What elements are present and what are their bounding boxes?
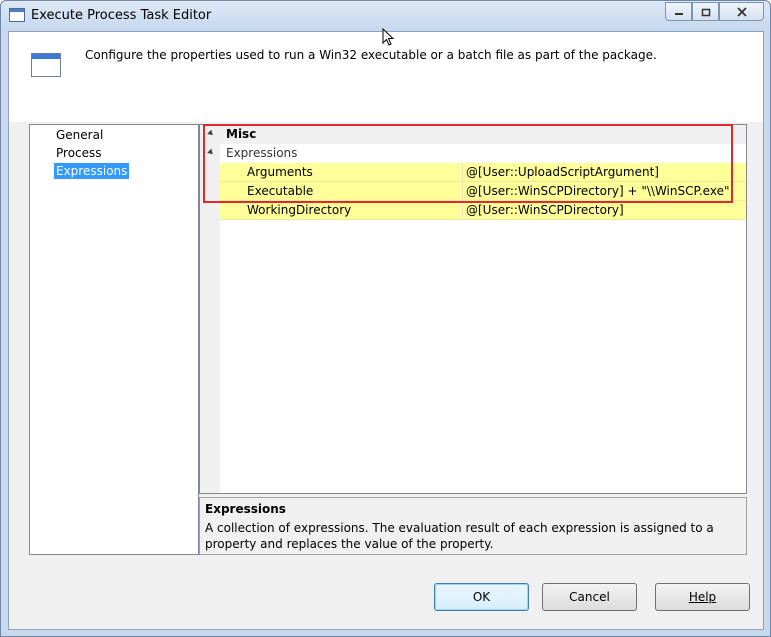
nav-item-expressions[interactable]: Expressions xyxy=(54,163,130,179)
caption-buttons xyxy=(665,2,764,21)
property-value[interactable]: @[User::WinSCPDirectory] + "\\WinSCP.exe… xyxy=(466,184,729,198)
property-value[interactable]: @[User::WinSCPDirectory] xyxy=(466,203,624,217)
category-row-misc[interactable]: Misc xyxy=(200,125,746,144)
property-name: Executable xyxy=(247,184,314,198)
close-icon xyxy=(736,6,747,17)
property-row-arguments[interactable]: Arguments @[User::UploadScriptArgument] xyxy=(220,163,746,182)
restore-button[interactable] xyxy=(692,2,719,21)
subcategory-label: Expressions xyxy=(226,146,298,160)
description-text: A collection of expressions. The evaluat… xyxy=(205,521,714,551)
category-label: Misc xyxy=(226,127,257,141)
nav-item-process[interactable]: Process xyxy=(54,145,104,161)
window-icon xyxy=(9,8,25,22)
close-button[interactable] xyxy=(719,2,764,21)
description-title: Expressions xyxy=(205,502,286,516)
collapse-triangle-icon[interactable] xyxy=(207,129,215,138)
property-row-working-directory[interactable]: WorkingDirectory @[User::WinSCPDirectory… xyxy=(220,201,746,220)
collapse-triangle-icon[interactable] xyxy=(207,148,215,157)
nav-item-general[interactable]: General xyxy=(54,127,105,143)
value-divider xyxy=(462,163,463,181)
property-grid: Misc Expressions Arguments @[User::Uploa… xyxy=(199,124,747,494)
cancel-button[interactable]: Cancel xyxy=(542,583,637,611)
restore-icon xyxy=(701,8,710,16)
title-bar[interactable]: Execute Process Task Editor xyxy=(1,1,770,31)
minimize-icon xyxy=(674,12,683,15)
help-button[interactable]: Help xyxy=(655,583,750,611)
description-panel: Expressions A collection of expressions.… xyxy=(199,497,747,555)
dialog-client-area: Configure the properties used to run a W… xyxy=(8,31,764,630)
property-name: WorkingDirectory xyxy=(247,203,352,217)
property-row-executable[interactable]: Executable @[User::WinSCPDirectory] + "\… xyxy=(220,182,746,201)
property-value[interactable]: @[User::UploadScriptArgument] xyxy=(466,165,659,179)
dialog-window: Execute Process Task Editor Configure th… xyxy=(0,0,771,637)
header-description: Configure the properties used to run a W… xyxy=(85,48,657,62)
mouse-cursor-icon xyxy=(382,28,395,46)
grid-margin xyxy=(200,125,220,493)
window-title: Execute Process Task Editor xyxy=(31,8,212,23)
value-divider xyxy=(462,182,463,200)
property-name: Arguments xyxy=(247,165,313,179)
subcategory-row-expressions[interactable]: Expressions xyxy=(200,144,746,163)
ok-button[interactable]: OK xyxy=(434,583,529,611)
minimize-button[interactable] xyxy=(665,2,692,21)
task-window-icon xyxy=(31,53,61,77)
value-divider xyxy=(462,201,463,219)
page-navigation-list: General Process Expressions xyxy=(29,124,199,555)
